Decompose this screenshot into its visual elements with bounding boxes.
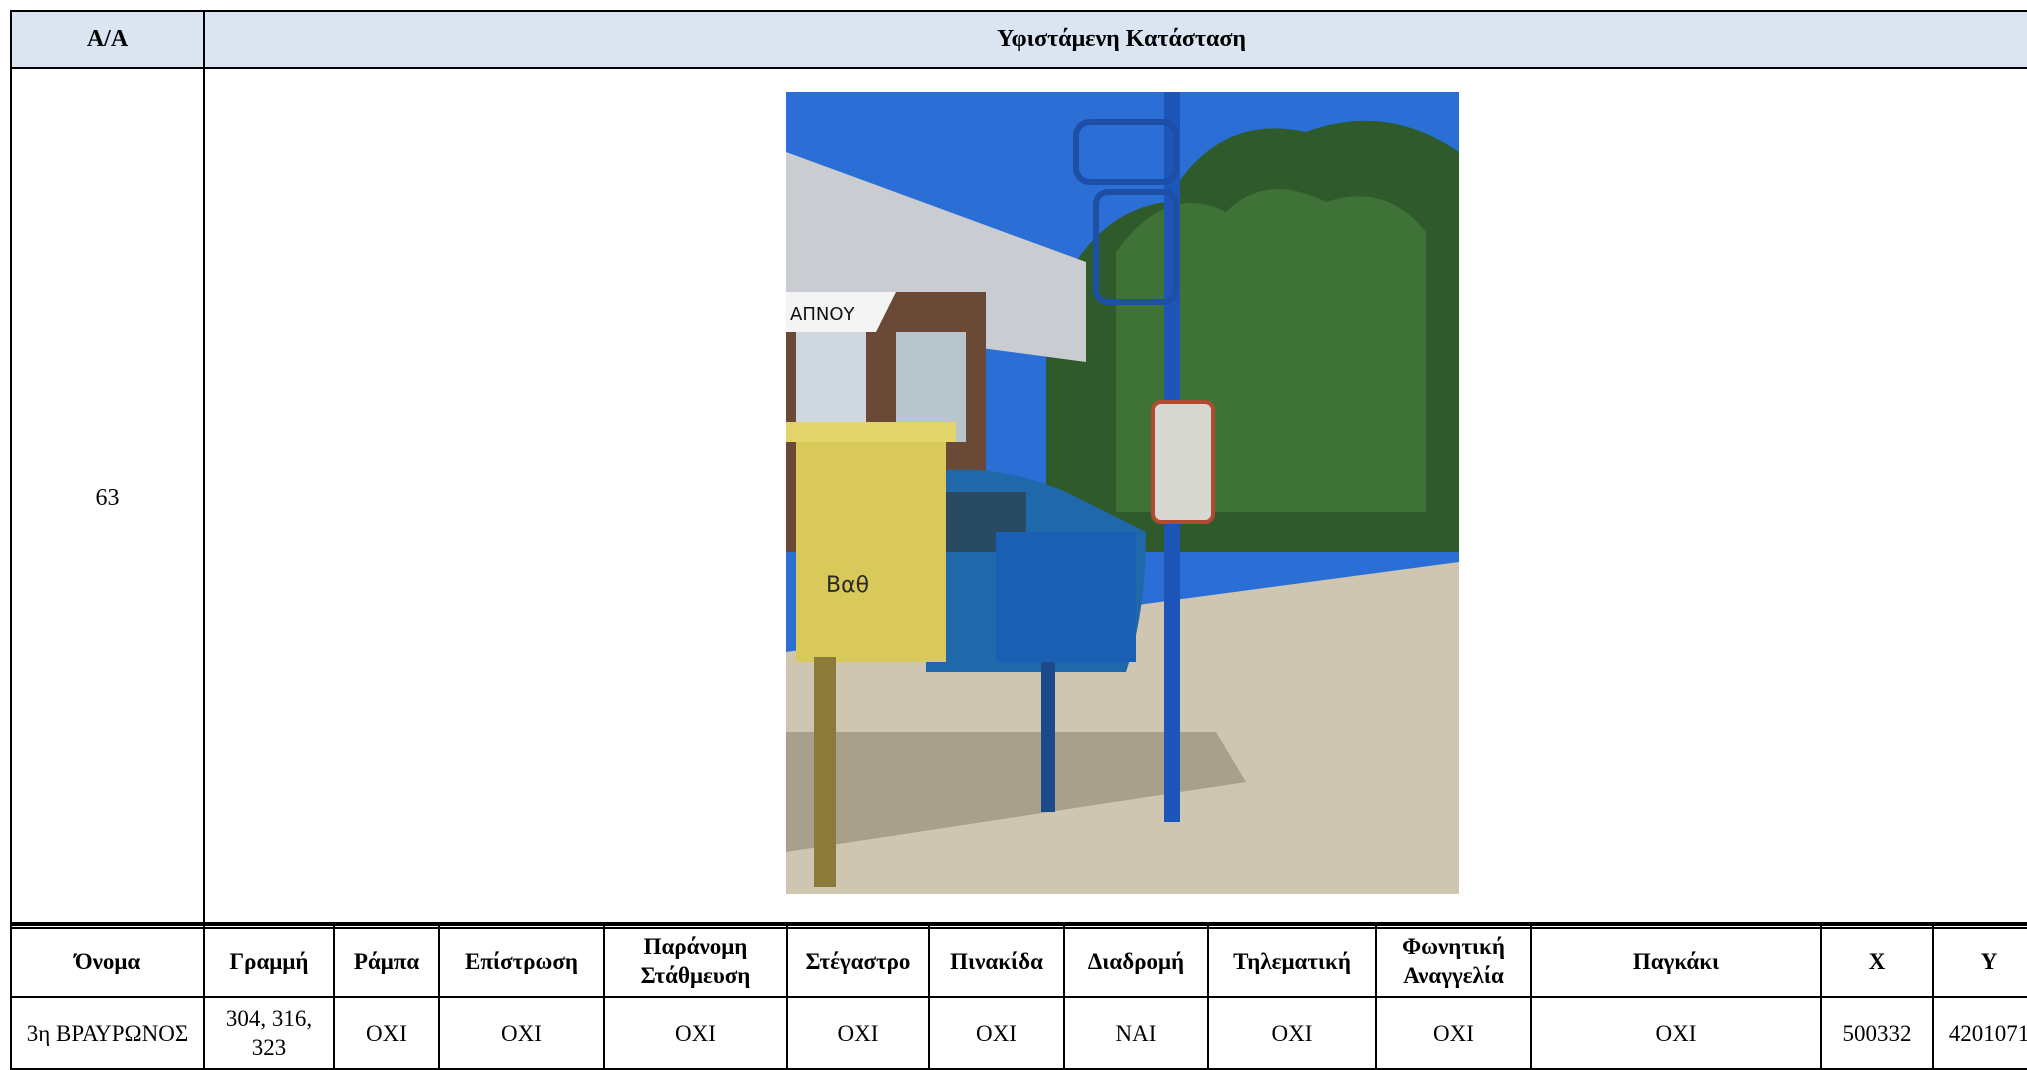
header-ramp: Ράμπα (333, 923, 440, 998)
header-current-state: Υφιστάμενη Κατάσταση (203, 10, 2027, 69)
cell-illegal-parking: ΟΧΙ (603, 996, 788, 1070)
cell-x: 500332 (1820, 996, 1934, 1070)
header-paving: Επίστρωση (438, 923, 605, 998)
photo-drawing: ΑΠΝΟΥ Βαθ (786, 92, 1459, 894)
bus-stop-photo: ΑΠΝΟΥ Βαθ (786, 92, 1459, 894)
bin-post (1041, 662, 1055, 812)
table-row: 3η ΒΡΑΥΡΩΝΟΣ 304, 316, 323 ΟΧΙ ΟΧΙ ΟΧΙ Ο… (10, 996, 2027, 1070)
header-telematics: Τηλεματική (1207, 923, 1377, 998)
timetable-box (1151, 400, 1215, 524)
header-aa: A/A (10, 10, 205, 69)
attributes-header-row: Όνομα Γραμμή Ράμπα Επίστρωση Παράνομη Στ… (10, 923, 2027, 998)
yellow-mailbox (796, 432, 946, 662)
cell-name: 3η ΒΡΑΥΡΩΝΟΣ (10, 996, 205, 1070)
cell-route: ΝΑΙ (1063, 996, 1209, 1070)
header-shelter: Στέγαστρο (786, 923, 930, 998)
cell-y: 4201071 (1932, 996, 2027, 1070)
blue-bin (996, 532, 1136, 662)
aa-value: 63 (10, 67, 205, 929)
cell-sign: ΟΧΙ (928, 996, 1065, 1070)
cell-line: 304, 316, 323 (203, 996, 335, 1070)
cell-paving: ΟΧΙ (438, 996, 605, 1070)
header-route: Διαδρομή (1063, 923, 1209, 998)
cell-voice-announcement: ΟΧΙ (1375, 996, 1532, 1070)
header-illegal-parking: Παράνομη Στάθμευση (603, 923, 788, 998)
cell-shelter: ΟΧΙ (786, 996, 930, 1070)
header-y: Y (1932, 923, 2027, 998)
cell-bench: ΟΧΙ (1530, 996, 1822, 1070)
header-x: X (1820, 923, 1934, 998)
cell-telematics: ΟΧΙ (1207, 996, 1377, 1070)
cell-ramp: ΟΧΙ (333, 996, 440, 1070)
header-sign: Πινακίδα (928, 923, 1065, 998)
mailbox-lid (786, 422, 956, 442)
stop-attributes-table: Όνομα Γραμμή Ράμπα Επίστρωση Παράνομη Στ… (10, 922, 2027, 1070)
graffiti: Βαθ (826, 573, 869, 598)
header-line: Γραμμή (203, 923, 335, 998)
header-name: Όνομα (10, 923, 205, 998)
header-bench: Παγκάκι (1530, 923, 1822, 998)
shop-sign: ΑΠΝΟΥ (790, 304, 855, 325)
shop-window (796, 332, 866, 422)
status-table-header-row: A/A Υφιστάμενη Κατάσταση (10, 10, 2027, 69)
header-voice-announcement: Φωνητική Αναγγελία (1375, 923, 1532, 998)
mailbox-post (814, 657, 836, 887)
